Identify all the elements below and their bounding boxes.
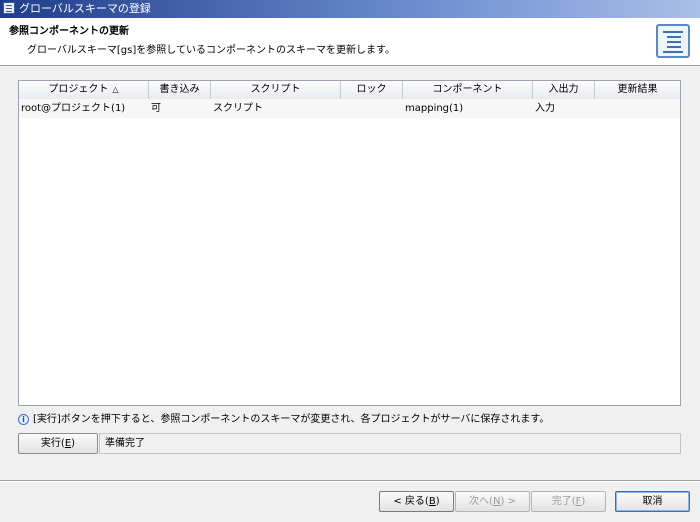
table-header: プロジェクト △ 書き込み スクリプト ロック コンポーネント 入出力 更新結果 — [19, 81, 680, 100]
cell-io: 入力 — [535, 103, 555, 114]
cancel-button[interactable]: 取消 — [615, 491, 690, 512]
column-header-project[interactable]: プロジェクト △ — [19, 81, 149, 99]
column-header-lock[interactable]: ロック — [341, 81, 403, 99]
page-description: グローバルスキーマ[gs]を参照しているコンポーネントのスキーマを更新します。 — [27, 45, 395, 56]
footer-divider — [0, 480, 700, 482]
column-header-result[interactable]: 更新結果 — [595, 81, 680, 99]
finish-button[interactable]: 完了(F) — [531, 491, 606, 512]
sort-ascending-icon: △ — [112, 85, 119, 94]
wizard-list-icon — [656, 24, 690, 58]
back-button[interactable]: < 戻る(B) — [379, 491, 454, 512]
info-icon: i — [18, 414, 29, 425]
table-row[interactable]: root@プロジェクト(1) 可 スクリプト mapping(1) 入力 — [19, 99, 680, 118]
app-icon — [3, 2, 15, 14]
next-button[interactable]: 次へ(N) > — [455, 491, 530, 512]
column-header-io[interactable]: 入出力 — [533, 81, 595, 99]
cell-script: スクリプト — [213, 103, 263, 114]
wizard-banner: 参照コンポーネントの更新 グローバルスキーマ[gs]を参照しているコンポーネント… — [0, 18, 700, 66]
status-field: 準備完了 — [99, 433, 681, 454]
execute-button[interactable]: 実行(E) — [18, 433, 98, 454]
page-heading: 参照コンポーネントの更新 — [9, 26, 129, 37]
cell-component: mapping(1) — [405, 103, 464, 114]
cell-lock — [341, 99, 403, 118]
cell-writable: 可 — [151, 103, 161, 114]
column-header-writable[interactable]: 書き込み — [149, 81, 211, 99]
column-header-component[interactable]: コンポーネント — [403, 81, 533, 99]
window-title: グローバルスキーマの登録 — [19, 2, 151, 15]
info-text: [実行]ボタンを押下すると、参照コンポーネントのスキーマが変更され、各プロジェク… — [33, 414, 550, 425]
column-header-script[interactable]: スクリプト — [211, 81, 341, 99]
title-bar: グローバルスキーマの登録 — [0, 0, 700, 18]
cell-project: root@プロジェクト(1) — [21, 103, 126, 114]
component-table[interactable]: プロジェクト △ 書き込み スクリプト ロック コンポーネント 入出力 更新結果 … — [18, 80, 681, 406]
cell-result — [595, 99, 680, 118]
